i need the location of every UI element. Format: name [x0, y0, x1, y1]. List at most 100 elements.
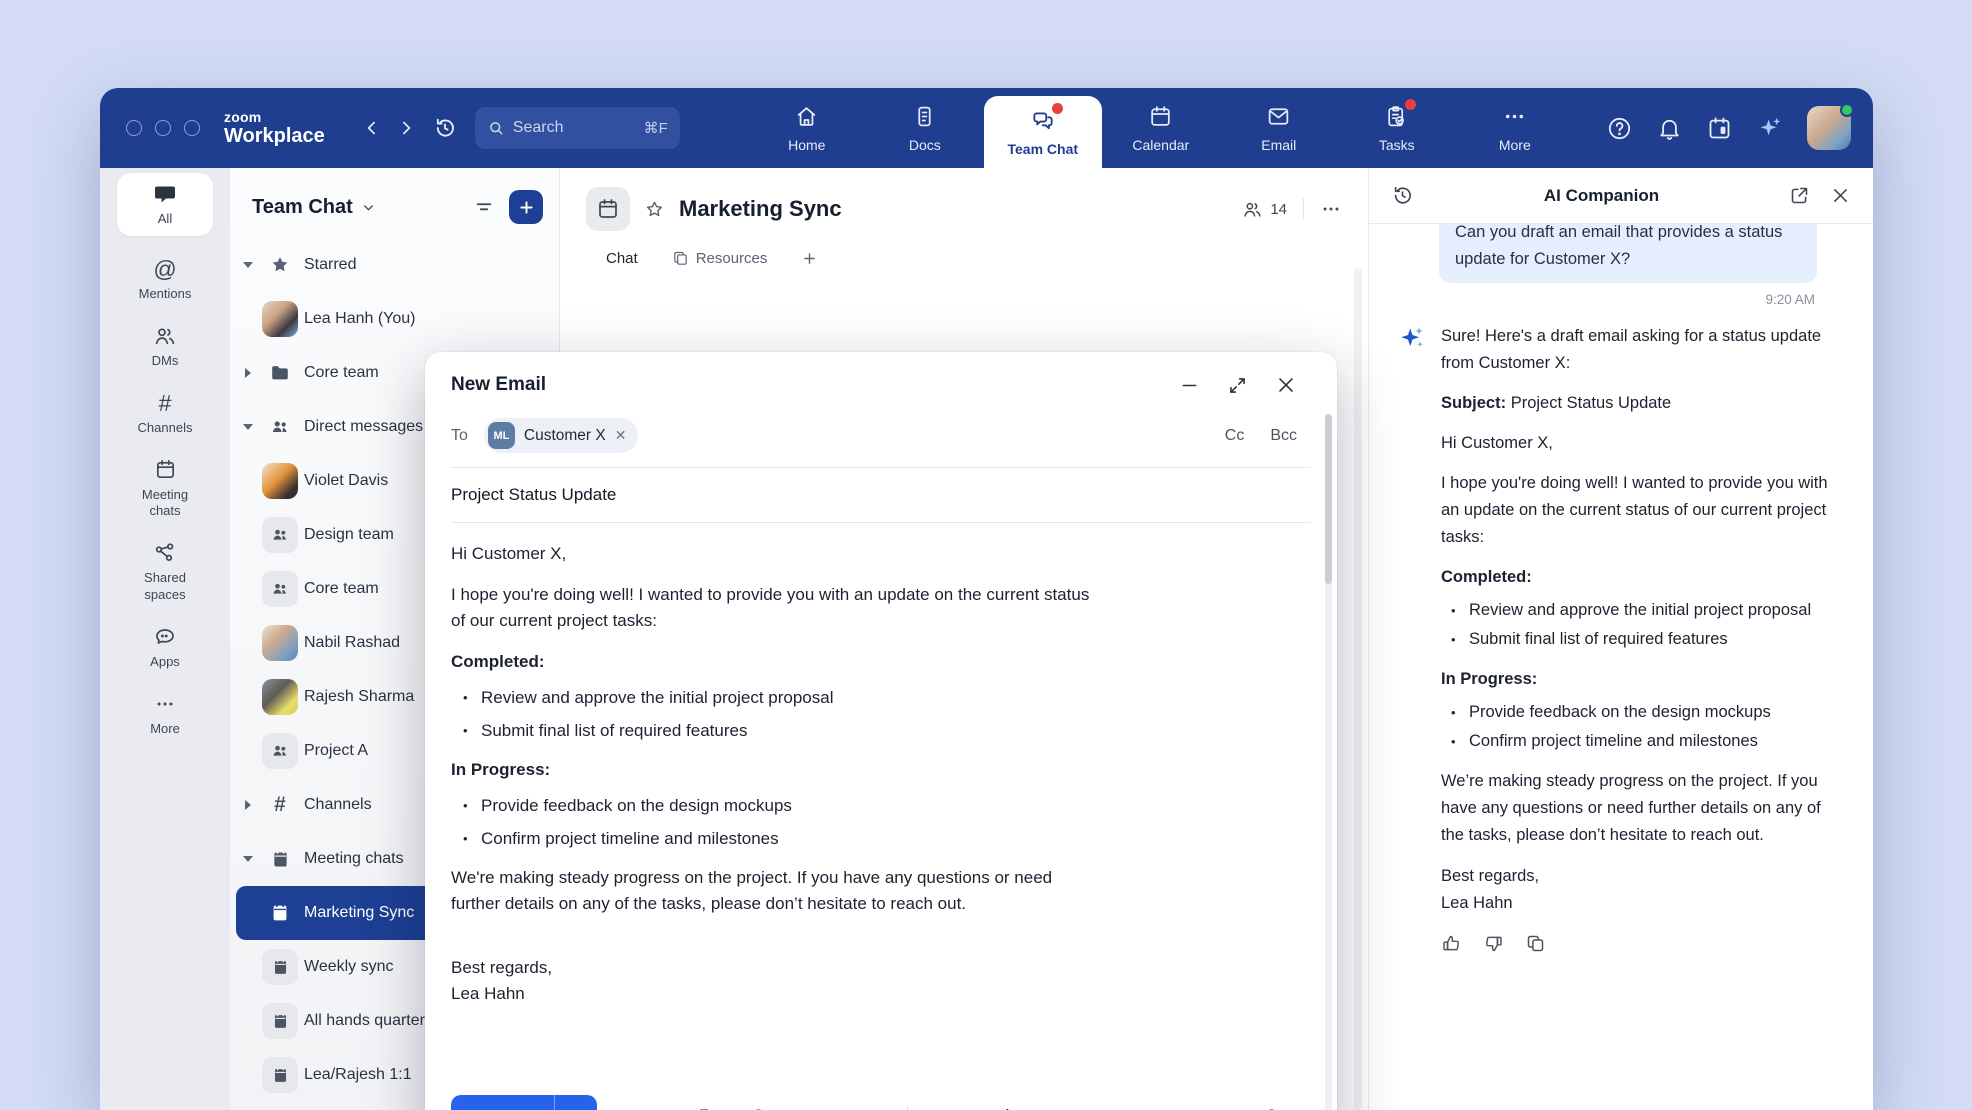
email-body-editor[interactable]: Hi Customer X, I hope you're doing well!…: [451, 523, 1099, 1083]
rail-item-more[interactable]: More: [150, 692, 180, 738]
nav-tab-more[interactable]: More: [1456, 88, 1574, 168]
ai-completed-list: Review and approve the initial project p…: [1447, 597, 1835, 653]
rail-item-channels[interactable]: # Channels: [138, 391, 193, 437]
notifications-icon[interactable]: [1656, 115, 1683, 142]
image-icon: [800, 1107, 823, 1110]
window-controls[interactable]: [126, 120, 200, 136]
traffic-light-zoom[interactable]: [184, 120, 200, 136]
nav-tab-docs[interactable]: Docs: [866, 88, 984, 168]
bcc-button[interactable]: Bcc: [1270, 427, 1297, 445]
add-tab-button[interactable]: [801, 250, 818, 267]
list-item: Review and approve the initial project p…: [459, 685, 1099, 711]
chevron-expanded-icon[interactable]: [243, 262, 253, 268]
chat-more-button[interactable]: [1320, 198, 1342, 220]
ai-close-button[interactable]: [1830, 185, 1851, 206]
screen: zoom Workplace Search ⌘F Home: [0, 0, 1972, 1110]
chevron-collapsed-icon[interactable]: [245, 800, 251, 810]
nav-tab-calendar[interactable]: Calendar: [1102, 88, 1220, 168]
template-icon: [1044, 1107, 1067, 1110]
close-icon: [1275, 374, 1297, 396]
tab-chat[interactable]: Chat: [606, 250, 638, 267]
minimize-button[interactable]: [1179, 375, 1200, 396]
list-item: Provide feedback on the design mockups: [459, 793, 1099, 819]
rail-item-all[interactable]: All: [117, 173, 213, 236]
discard-draft-button[interactable]: [1260, 1107, 1283, 1110]
traffic-light-close[interactable]: [126, 120, 142, 136]
schedule-icon[interactable]: [1706, 115, 1733, 142]
copy-button[interactable]: [1525, 933, 1546, 954]
new-chat-button[interactable]: [509, 190, 543, 224]
ai-reply-text: Sure! Here's a draft email asking for a …: [1441, 323, 1835, 954]
back-button[interactable]: [355, 111, 389, 145]
to-field[interactable]: To ML Customer X ✕ Cc Bcc: [451, 412, 1311, 468]
chat-header: Marketing Sync 14: [560, 168, 1368, 250]
ai-sparkle-icon: [1397, 323, 1427, 954]
image-button[interactable]: [800, 1107, 823, 1110]
modal-scrollbar-thumb[interactable]: [1325, 414, 1332, 584]
favorite-star-icon[interactable]: [644, 199, 665, 220]
modal-header: New Email: [451, 352, 1311, 412]
tab-resources[interactable]: Resources: [672, 250, 768, 267]
ai-history-button[interactable]: [1391, 184, 1414, 207]
chat-list-title-button[interactable]: Team Chat: [252, 196, 376, 219]
attach-file-button[interactable]: [694, 1107, 717, 1110]
template-button[interactable]: [1044, 1107, 1067, 1110]
calendar-white-icon: [262, 895, 298, 931]
search-shortcut: ⌘F: [644, 119, 668, 137]
rail-item-dms[interactable]: DMs: [152, 324, 179, 370]
remove-recipient-icon[interactable]: ✕: [615, 427, 627, 444]
nav-tab-tasks[interactable]: Tasks: [1338, 88, 1456, 168]
send-button[interactable]: Send: [451, 1095, 555, 1110]
list-item: Confirm project timeline and milestones: [1447, 728, 1835, 755]
recipient-chip[interactable]: ML Customer X ✕: [484, 418, 639, 453]
share-network-icon: [153, 541, 177, 565]
nav-tab-label: Docs: [909, 137, 941, 153]
modal-scrollbar-track[interactable]: [1325, 414, 1332, 1110]
nav-tab-email[interactable]: Email: [1220, 88, 1338, 168]
rail-item-apps[interactable]: Apps: [150, 625, 180, 671]
format-button[interactable]: [641, 1107, 664, 1110]
history-icon: [1391, 184, 1414, 207]
chevron-expanded-icon[interactable]: [243, 424, 253, 430]
rail-item-shared-spaces[interactable]: Shared spaces: [127, 541, 203, 604]
close-button[interactable]: [1275, 374, 1297, 396]
chat-item-lea-hanh[interactable]: Lea Hanh (You): [230, 292, 559, 346]
forward-button[interactable]: [389, 111, 423, 145]
user-avatar[interactable]: [1807, 106, 1851, 150]
star-filled-icon: [256, 254, 304, 276]
chevron-expanded-icon[interactable]: [243, 856, 253, 862]
section-starred[interactable]: Starred: [230, 238, 559, 292]
ai-in-progress-label: In Progress:: [1441, 666, 1835, 693]
expand-button[interactable]: [1227, 375, 1248, 396]
rail-item-meeting-chats[interactable]: Meeting chats: [127, 458, 203, 521]
open-external-button[interactable]: [1789, 185, 1810, 206]
thumbs-down-icon: [1483, 933, 1504, 954]
subject-field[interactable]: Project Status Update: [451, 468, 1311, 523]
send-options-button[interactable]: [555, 1095, 597, 1110]
thumbs-down-button[interactable]: [1483, 933, 1504, 954]
rail-item-mentions[interactable]: @ Mentions: [139, 257, 192, 303]
history-button[interactable]: [427, 110, 463, 146]
cc-button[interactable]: Cc: [1225, 427, 1245, 445]
rail-item-label: Meeting chats: [127, 487, 203, 521]
emoji-button[interactable]: [747, 1107, 770, 1110]
nav-tab-home[interactable]: Home: [748, 88, 866, 168]
traffic-light-minimize[interactable]: [155, 120, 171, 136]
signature-button[interactable]: [991, 1107, 1014, 1110]
chat-scrollbar[interactable]: [1354, 268, 1362, 1110]
nav-tab-team-chat[interactable]: Team Chat: [984, 96, 1102, 168]
encrypt-button[interactable]: [938, 1107, 961, 1110]
search-input[interactable]: Search ⌘F: [475, 107, 680, 149]
close-icon: [1830, 185, 1851, 206]
ai-companion-icon[interactable]: [1756, 114, 1784, 142]
members-button[interactable]: 14: [1242, 199, 1287, 220]
chat-filled-icon: [153, 182, 177, 206]
chevron-collapsed-icon[interactable]: [245, 368, 251, 378]
filter-button[interactable]: [473, 196, 495, 218]
thumbs-up-button[interactable]: [1441, 933, 1462, 954]
ai-compose-button[interactable]: [1097, 1107, 1120, 1110]
chevron-left-icon: [362, 118, 382, 138]
sparkle-icon: [1097, 1107, 1120, 1110]
row-label: Starred: [304, 256, 551, 274]
help-icon[interactable]: [1606, 115, 1633, 142]
